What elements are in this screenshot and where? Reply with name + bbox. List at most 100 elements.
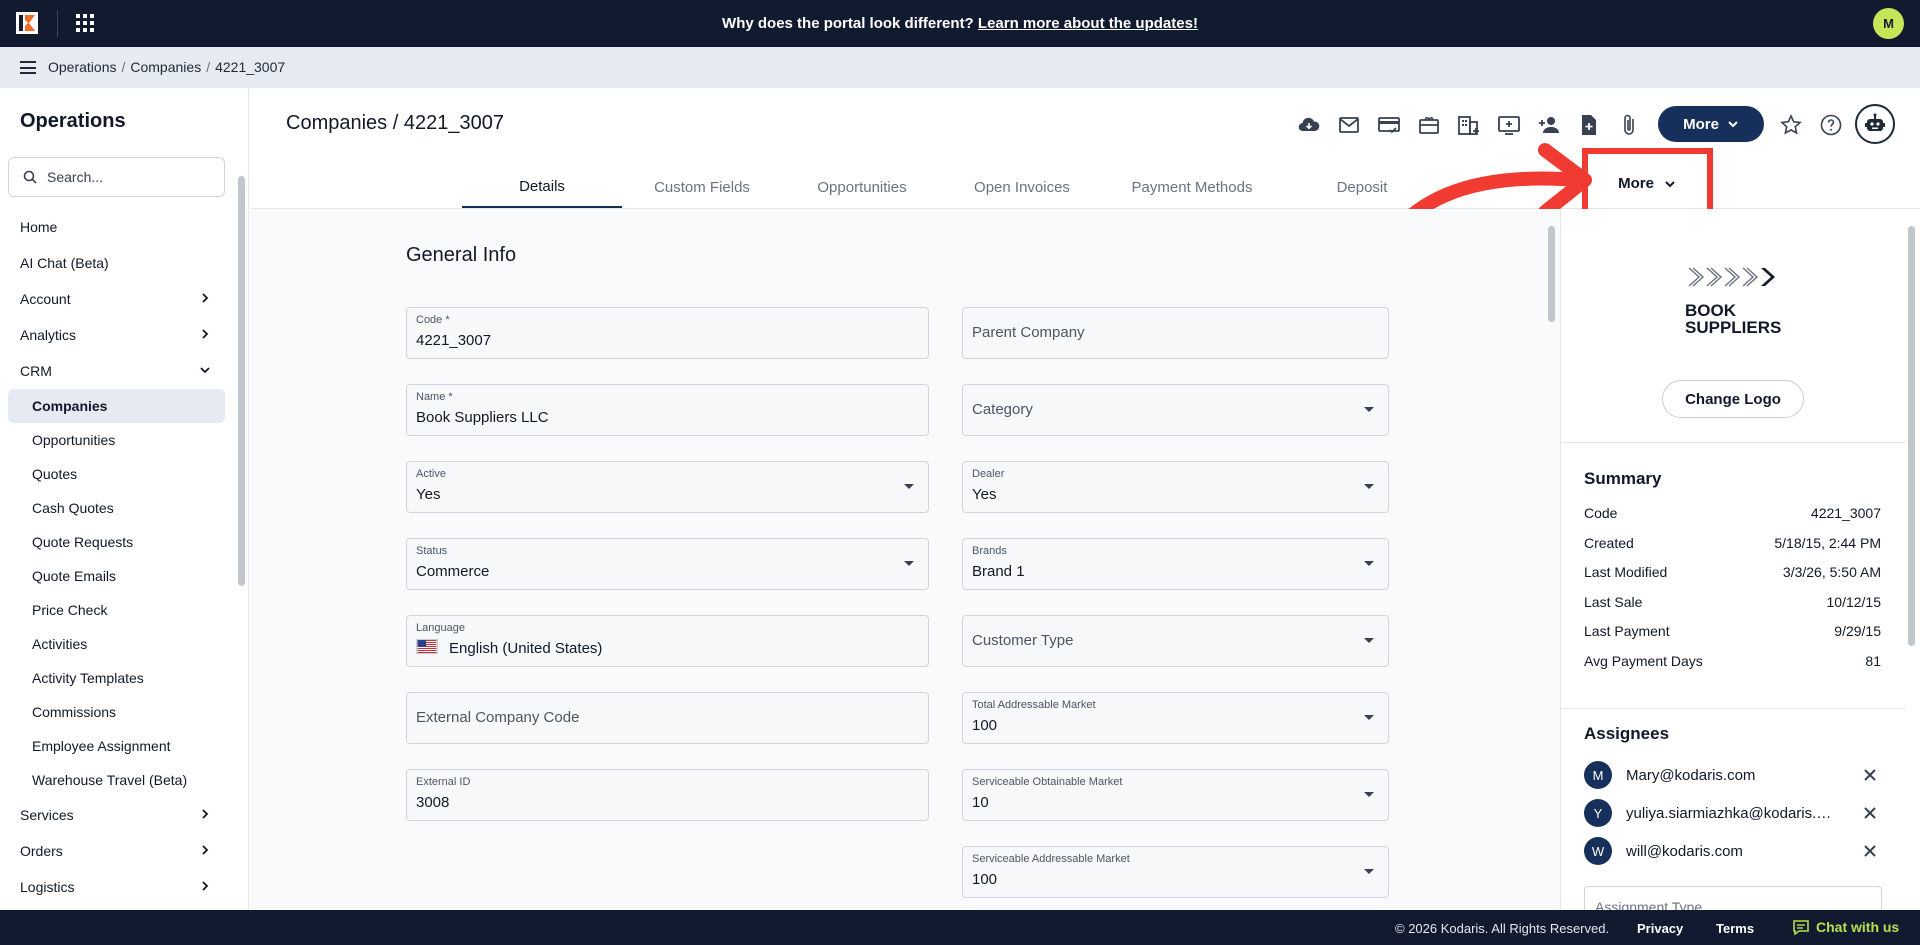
- sidebar: Operations Search... Home AI Chat (Beta) A…: [0, 88, 249, 910]
- tam-value: 100: [972, 717, 998, 734]
- code-field[interactable]: Code * 4221_3007: [406, 307, 929, 359]
- sidebar-item-companies[interactable]: Companies: [8, 389, 225, 423]
- assignee-avatar: Y: [1584, 799, 1612, 827]
- external-id-field[interactable]: External ID 3008: [406, 769, 929, 821]
- sidebar-item-cash-quotes[interactable]: Cash Quotes: [8, 491, 225, 525]
- name-field[interactable]: Name * Book Suppliers LLC: [406, 384, 929, 436]
- summary-title: Summary: [1584, 469, 1662, 488]
- tab-opportunities[interactable]: Opportunities: [782, 166, 942, 208]
- sidebar-item-quote-emails[interactable]: Quote Emails: [8, 559, 225, 593]
- serviceable-addressable-market-select[interactable]: Serviceable Addressable Market 100: [962, 846, 1389, 898]
- sidebar-item-ai-chat-beta[interactable]: AI Chat (Beta): [8, 245, 225, 281]
- brands-label: Brands: [972, 545, 1007, 557]
- assignee-row: Wwill@kodaris.com: [1584, 836, 1894, 866]
- sidebar-search-input[interactable]: Search...: [8, 157, 225, 197]
- document-add-icon[interactable]: [1577, 113, 1601, 137]
- sidebar-item-price-check[interactable]: Price Check: [8, 593, 225, 627]
- side-panel-scrollbar[interactable]: [1906, 212, 1916, 909]
- sidebar-item-employee-assignment[interactable]: Employee Assignment: [8, 729, 225, 763]
- building-add-icon[interactable]: [1457, 113, 1481, 137]
- sidebar-item-analytics[interactable]: Analytics: [8, 317, 225, 353]
- external-company-code-field[interactable]: External Company Code: [406, 692, 929, 744]
- remove-assignee-icon[interactable]: [1862, 767, 1878, 783]
- sidebar-item-logistics[interactable]: Logistics: [8, 869, 225, 905]
- gift-card-icon[interactable]: [1417, 113, 1441, 137]
- assignee-avatar: M: [1584, 761, 1612, 789]
- paperclip-icon[interactable]: [1617, 113, 1641, 137]
- breadcrumb-operations[interactable]: Operations: [48, 59, 116, 75]
- category-select[interactable]: Category: [962, 384, 1389, 436]
- sidebar-item-activity-templates[interactable]: Activity Templates: [8, 661, 225, 695]
- total-addressable-market-select[interactable]: Total Addressable Market 100: [962, 692, 1389, 744]
- content-scrollbar[interactable]: [1546, 212, 1556, 909]
- sidebar-search-placeholder: Search...: [47, 169, 104, 185]
- presentation-add-icon[interactable]: [1497, 113, 1521, 137]
- person-add-icon[interactable]: [1537, 113, 1561, 137]
- summary-value: 81: [1865, 653, 1881, 669]
- sidebar-item-label: Activity Templates: [32, 670, 144, 686]
- sidebar-item-label: Quote Emails: [32, 568, 117, 584]
- breadcrumb: Operations / Companies/4221_3007: [48, 59, 286, 75]
- chat-with-us-button[interactable]: Chat with us: [1793, 919, 1899, 935]
- tab-payment-methods[interactable]: Payment Methods: [1102, 166, 1282, 208]
- sidebar-item-commissions[interactable]: Commissions: [8, 695, 225, 729]
- brands-select[interactable]: Brands Brand 1: [962, 538, 1389, 590]
- credit-card-check-icon[interactable]: [1377, 113, 1401, 137]
- customer-type-select[interactable]: Customer Type: [962, 615, 1389, 667]
- help-icon[interactable]: [1819, 113, 1843, 137]
- sidebar-item-activities[interactable]: Activities: [8, 627, 225, 661]
- language-field[interactable]: Language English (United States): [406, 615, 929, 667]
- serviceable-obtainable-market-select[interactable]: Serviceable Obtainable Market 10: [962, 769, 1389, 821]
- dropdown-caret-icon: [1364, 792, 1374, 797]
- status-label: Status: [416, 545, 448, 557]
- dropdown-caret-icon: [1364, 407, 1374, 412]
- footer: © 2026 Kodaris. All Rights Reserved. Pri…: [0, 910, 1920, 945]
- copyright-text: © 2026 Kodaris. All Rights Reserved.: [1395, 921, 1610, 936]
- sidebar-item-label: Account: [20, 291, 71, 307]
- language-value: English (United States): [449, 640, 603, 657]
- active-select[interactable]: Active Yes: [406, 461, 929, 513]
- summary-label: Last Sale: [1584, 593, 1643, 610]
- menu-icon[interactable]: [20, 61, 36, 74]
- sidebar-item-services[interactable]: Services: [8, 797, 225, 833]
- tab-details[interactable]: Details: [462, 166, 622, 208]
- sidebar-item-quote-requests[interactable]: Quote Requests: [8, 525, 225, 559]
- banner-link[interactable]: Learn more about the updates!: [978, 15, 1198, 32]
- summary-row: Code 4221_3007: [1584, 505, 1881, 525]
- user-avatar[interactable]: M: [1873, 8, 1904, 39]
- terms-link[interactable]: Terms: [1716, 921, 1754, 936]
- sidebar-item-orders[interactable]: Orders: [8, 833, 225, 869]
- remove-assignee-icon[interactable]: [1862, 843, 1878, 859]
- update-banner: Why does the portal look different? Lear…: [0, 15, 1920, 32]
- sidebar-item-crm[interactable]: CRM: [8, 353, 225, 389]
- tab-custom-fields[interactable]: Custom Fields: [622, 166, 782, 208]
- sidebar-item-label: Commissions: [32, 704, 117, 720]
- star-icon[interactable]: [1779, 113, 1803, 137]
- summary-value: 4221_3007: [1810, 505, 1881, 521]
- sidebar-item-warehouse-travel-beta[interactable]: Warehouse Travel (Beta): [8, 763, 225, 797]
- privacy-link[interactable]: Privacy: [1637, 921, 1683, 936]
- ai-assistant-button[interactable]: [1855, 104, 1895, 144]
- sidebar-item-home[interactable]: Home: [8, 209, 225, 245]
- cloud-download-icon[interactable]: [1297, 113, 1321, 137]
- breadcrumb-companies[interactable]: Companies: [130, 59, 201, 75]
- name-value: Book Suppliers LLC: [416, 409, 549, 426]
- tab-open-invoices[interactable]: Open Invoices: [942, 166, 1102, 208]
- sidebar-item-account[interactable]: Account: [8, 281, 225, 317]
- sidebar-scrollbar[interactable]: [236, 160, 246, 902]
- sidebar-item-opportunities[interactable]: Opportunities: [8, 423, 225, 457]
- parent-company-field[interactable]: Parent Company: [962, 307, 1389, 359]
- remove-assignee-icon[interactable]: [1862, 805, 1878, 821]
- banner-text: Why does the portal look different?: [722, 15, 974, 32]
- sidebar-item-quotes[interactable]: Quotes: [8, 457, 225, 491]
- dealer-select[interactable]: Dealer Yes: [962, 461, 1389, 513]
- mail-icon[interactable]: [1337, 113, 1361, 137]
- more-actions-button[interactable]: More: [1658, 106, 1764, 142]
- change-logo-button[interactable]: Change Logo: [1662, 380, 1804, 418]
- chat-label: Chat with us: [1816, 919, 1900, 935]
- active-label: Active: [416, 468, 446, 480]
- dropdown-caret-icon: [1364, 484, 1374, 489]
- search-icon: [23, 170, 37, 184]
- sidebar-item-label: Opportunities: [32, 432, 116, 448]
- status-select[interactable]: Status Commerce: [406, 538, 929, 590]
